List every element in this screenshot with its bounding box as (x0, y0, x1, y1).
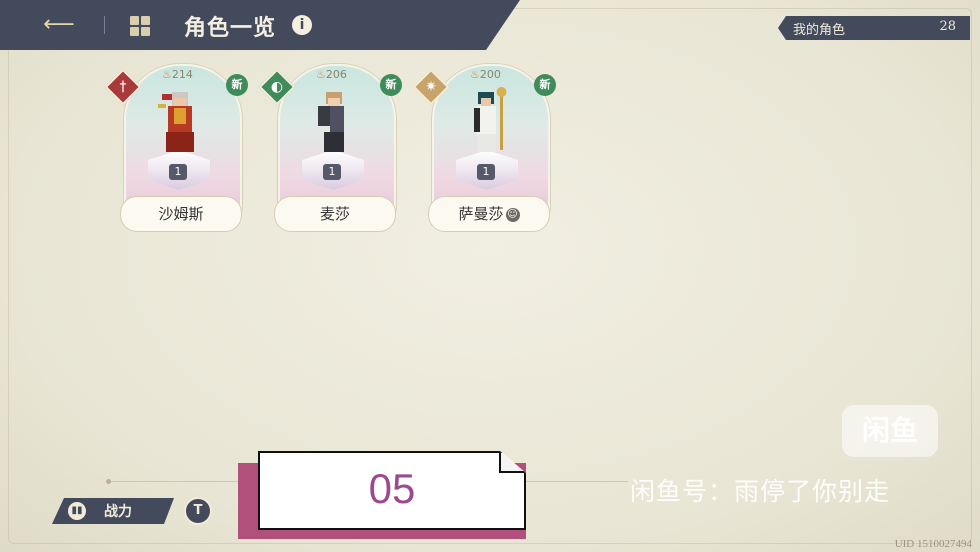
bar-chart-icon: ▮▮ (68, 502, 86, 520)
character-sprite (158, 92, 194, 152)
character-name: 萨曼莎 ☺ (428, 196, 550, 232)
level-badge: 1 (169, 164, 187, 180)
power-value: ♨200 (470, 68, 501, 81)
header-bar: ⟵ 角色一览 i (0, 0, 520, 50)
level-badge: 1 (477, 164, 495, 180)
sun-icon: ✷ (425, 79, 437, 95)
info-icon[interactable]: i (292, 15, 312, 35)
level-badge: 1 (323, 164, 341, 180)
power-value: ♨206 (316, 68, 347, 81)
filter-button[interactable]: T (184, 497, 212, 525)
header-divider (104, 16, 105, 34)
page-title: 角色一览 (184, 15, 277, 41)
shield-icon: ◐ (270, 79, 284, 95)
new-badge: 新 (534, 74, 556, 96)
my-characters-pill: 我的角色 28 (778, 16, 970, 40)
bottom-divider-dot (106, 479, 111, 484)
my-characters-label: 我的角色 (793, 23, 846, 38)
character-card-2[interactable]: ◐ ♨206 新 1 麦莎 (258, 60, 402, 234)
back-button[interactable]: ⟵ (42, 12, 76, 38)
character-sprite (474, 87, 507, 152)
number-label: 05 (368, 465, 416, 512)
flame-icon: ♨ (162, 68, 172, 81)
extra-icon: ☺ (505, 208, 520, 222)
sword-icon: † (119, 79, 127, 95)
new-badge: 新 (380, 74, 402, 96)
character-sprite (318, 92, 344, 152)
character-card-1[interactable]: † ♨214 新 1 沙姆斯 (104, 60, 248, 234)
flame-icon: ♨ (470, 68, 480, 81)
uid-label: UID 1510027494 (894, 538, 972, 550)
character-name: 沙姆斯 (120, 196, 242, 232)
sort-button[interactable]: ▮▮ 战力 (52, 498, 174, 524)
back-arrow-icon: ⟵ (43, 12, 75, 37)
power-value: ♨214 (162, 68, 193, 81)
flame-icon: ♨ (316, 68, 326, 81)
my-characters-count: 28 (939, 19, 956, 34)
grid-menu-icon[interactable] (130, 16, 150, 36)
sort-label: 战力 (104, 504, 132, 520)
new-badge: 新 (226, 74, 248, 96)
character-card-3[interactable]: ✷ ♨200 新 1 萨曼莎 ☺ (412, 60, 556, 234)
watermark-logo: 闲鱼 (842, 405, 938, 457)
watermark-text: 闲鱼号：雨停了你别走 (630, 477, 891, 506)
character-name: 麦莎 (274, 196, 396, 232)
